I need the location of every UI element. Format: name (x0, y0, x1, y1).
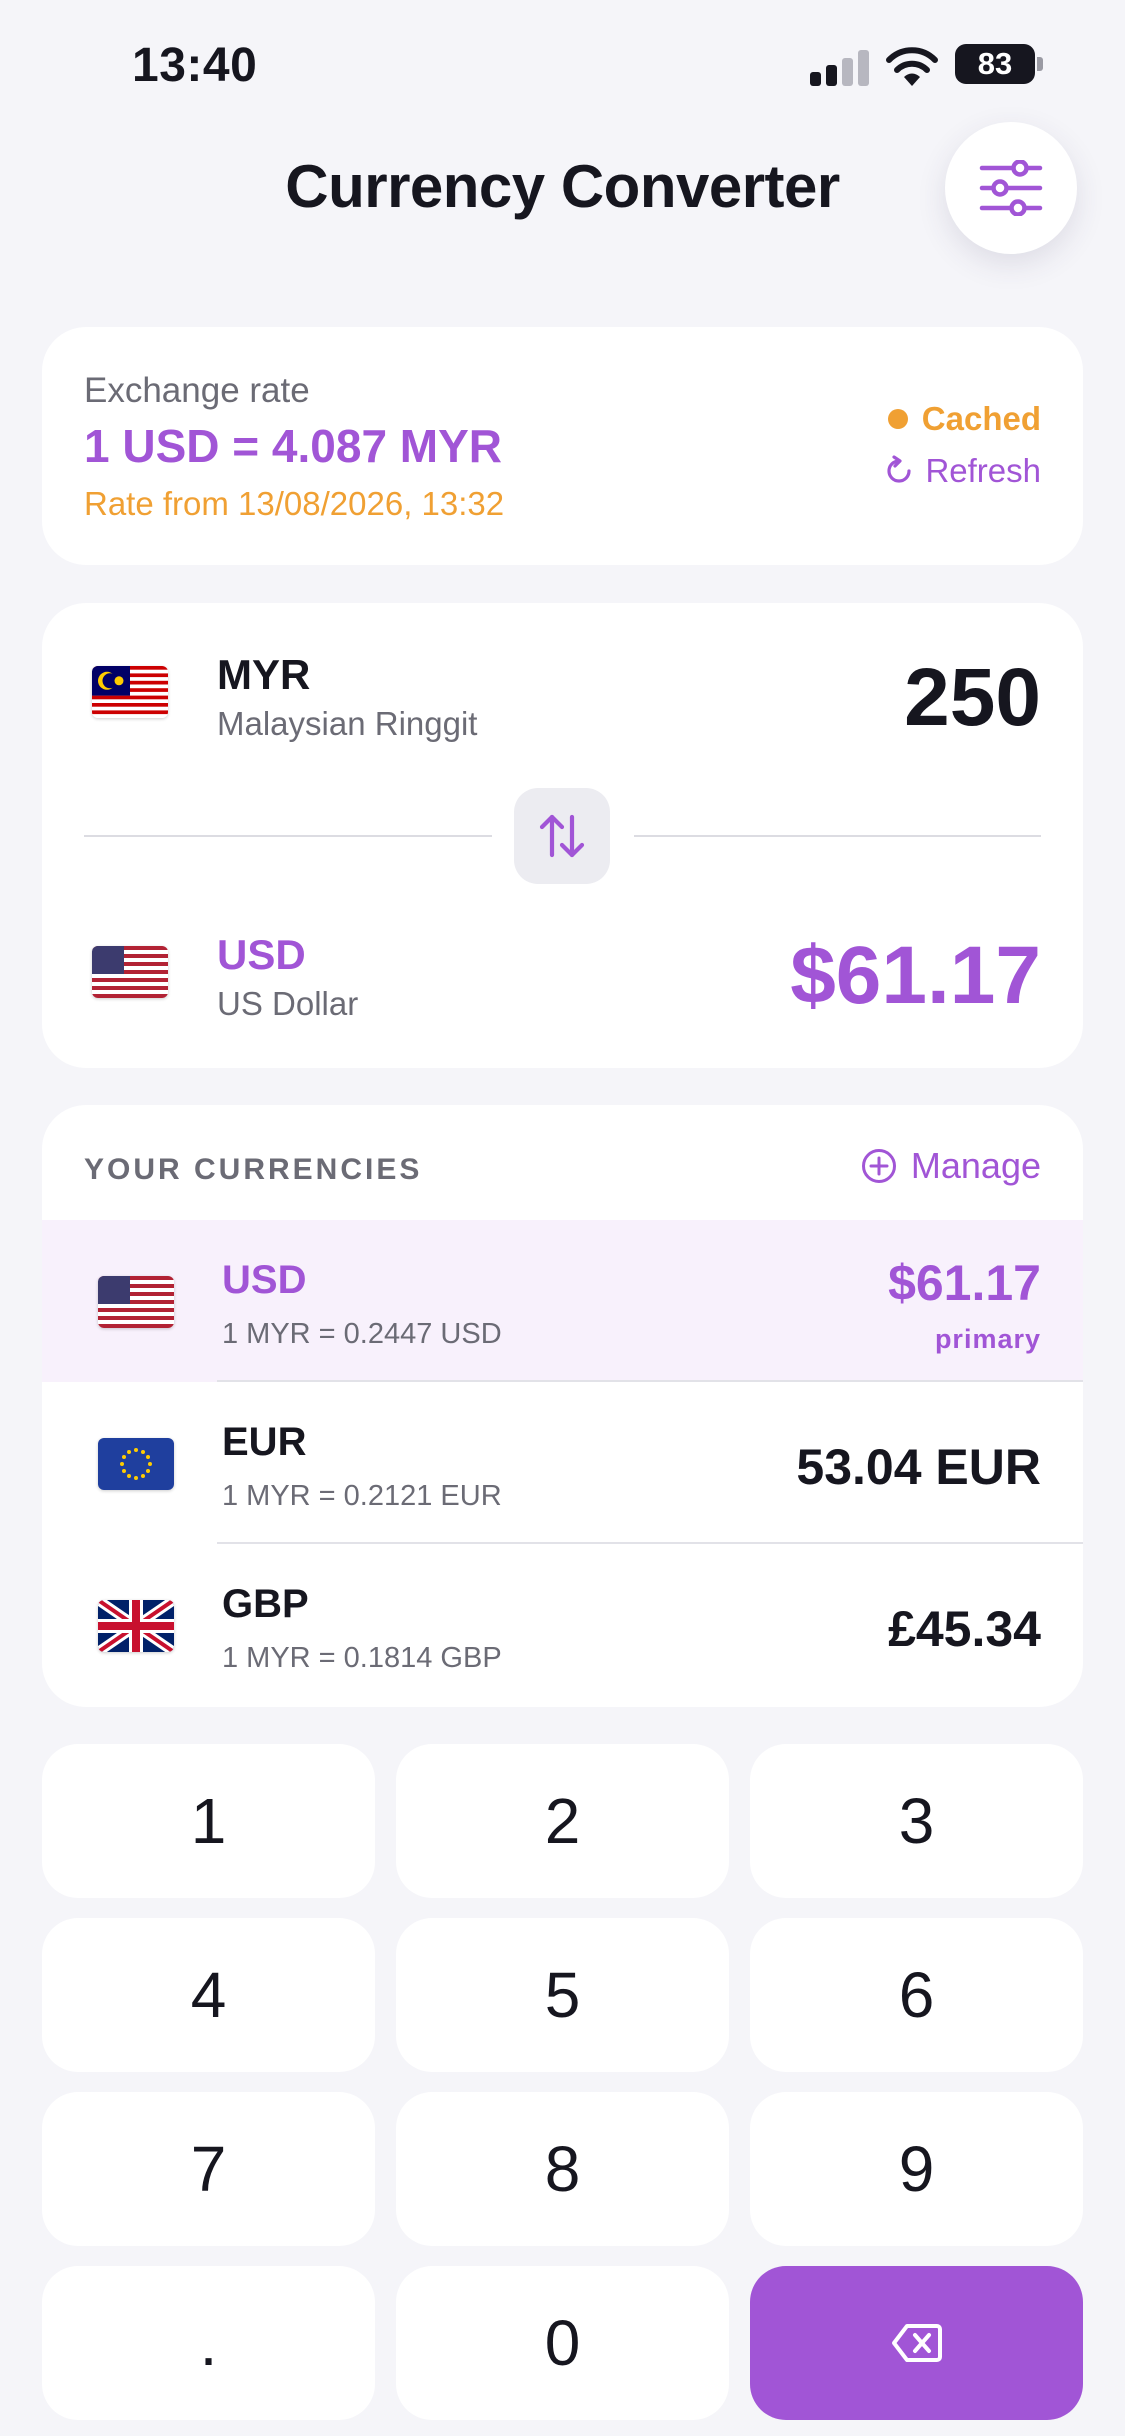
cached-label: Cached (921, 400, 1041, 437)
cellular-signal-icon (810, 50, 870, 86)
exchange-rate-label: Exchange rate (84, 371, 310, 410)
sliders-icon (979, 160, 1043, 216)
key-7[interactable]: 7 (42, 2092, 375, 2246)
us-flag-icon (98, 1276, 174, 1328)
cached-status: Cached (887, 400, 1041, 438)
us-flag-icon (92, 946, 168, 998)
from-amount[interactable]: 250 (904, 651, 1041, 745)
primary-badge: primary (934, 1324, 1041, 1354)
refresh-button[interactable]: Refresh (883, 452, 1041, 490)
refresh-icon (887, 455, 912, 483)
backspace-button[interactable] (750, 2266, 1083, 2420)
currency-code: GBP (222, 1582, 309, 1626)
to-currency-name: US Dollar (217, 985, 359, 1022)
key-2[interactable]: 2 (396, 1744, 729, 1898)
backspace-icon (891, 2324, 942, 2362)
divider (634, 835, 1041, 837)
key-1[interactable]: 1 (42, 1744, 375, 1898)
currency-converter-screen: 13:40 83 Currency Converter Exchange rat… (0, 0, 1125, 2436)
from-currency-code[interactable]: MYR (217, 651, 310, 699)
exchange-rate-card: Exchange rate 1 USD = 4.087 MYR Rate fro… (42, 327, 1083, 565)
malaysia-flag-icon (92, 666, 168, 718)
refresh-label: Refresh (925, 452, 1041, 489)
key-6[interactable]: 6 (750, 1918, 1083, 2072)
to-currency-code[interactable]: USD (217, 931, 306, 979)
your-currencies-card: YOUR CURRENCIES Manage USD 1 MYR = 0.244… (42, 1105, 1083, 1707)
key-3[interactable]: 3 (750, 1744, 1083, 1898)
currency-rate: 1 MYR = 0.2121 EUR (222, 1480, 502, 1512)
currency-rate: 1 MYR = 0.1814 GBP (222, 1642, 502, 1674)
currency-value: £45.34 (888, 1601, 1041, 1657)
uk-flag-icon (98, 1600, 174, 1652)
key-4[interactable]: 4 (42, 1918, 375, 2072)
currency-code: EUR (222, 1420, 307, 1464)
currency-row-usd[interactable]: USD 1 MYR = 0.2447 USD $61.17 primary (42, 1220, 1083, 1382)
exchange-rate-value: 1 USD = 4.087 MYR (84, 420, 503, 472)
status-dot-icon (887, 409, 908, 429)
wifi-icon (886, 47, 938, 86)
settings-button[interactable] (945, 122, 1077, 254)
currency-row-eur[interactable]: EUR 1 MYR = 0.2121 EUR 53.04 EUR (42, 1382, 1083, 1544)
eu-flag-icon (98, 1438, 174, 1490)
battery-level: 83 (977, 46, 1013, 81)
key-5[interactable]: 5 (396, 1918, 729, 2072)
currency-value: 53.04 EUR (796, 1439, 1041, 1495)
rate-timestamp: Rate from 13/08/2026, 13:32 (84, 485, 505, 522)
converter-card: MYR Malaysian Ringgit 250 USD US Dollar … (42, 603, 1083, 1068)
section-title: YOUR CURRENCIES (84, 1153, 423, 1186)
status-bar: 13:40 83 (0, 0, 1125, 130)
currency-row-gbp[interactable]: GBP 1 MYR = 0.1814 GBP £45.34 (42, 1544, 1083, 1706)
status-time: 13:40 (132, 39, 258, 92)
swap-vertical-icon (539, 814, 585, 858)
key-8[interactable]: 8 (396, 2092, 729, 2246)
key-decimal[interactable]: . (42, 2266, 375, 2420)
to-amount: $61.17 (790, 930, 1041, 1021)
battery-icon: 83 (955, 44, 1043, 84)
key-9[interactable]: 9 (750, 2092, 1083, 2246)
from-currency-name: Malaysian Ringgit (217, 705, 478, 742)
manage-button[interactable]: Manage (861, 1145, 1041, 1187)
divider (84, 835, 492, 837)
add-circle-icon (861, 1149, 896, 1183)
swap-currencies-button[interactable] (514, 788, 610, 884)
manage-label: Manage (910, 1145, 1041, 1186)
currency-rate: 1 MYR = 0.2447 USD (222, 1318, 502, 1350)
currency-code: USD (222, 1258, 307, 1302)
currency-value: $61.17 (888, 1255, 1041, 1311)
key-0[interactable]: 0 (396, 2266, 729, 2420)
